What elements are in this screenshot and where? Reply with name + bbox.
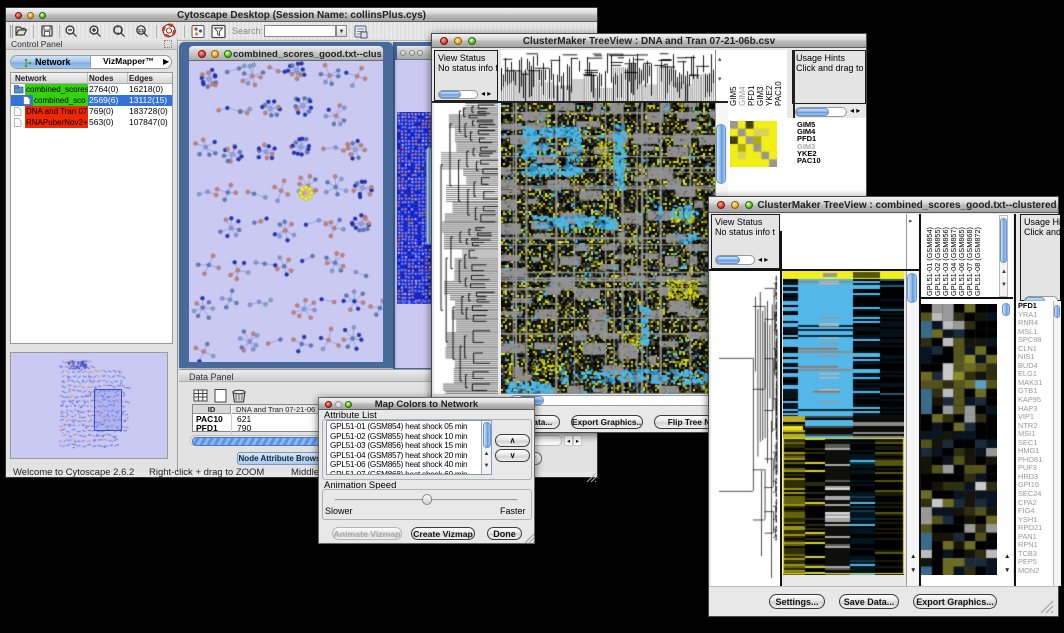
svg-text:1:1: 1:1 — [138, 28, 145, 33]
svg-text:Search:: Search: — [232, 26, 263, 36]
